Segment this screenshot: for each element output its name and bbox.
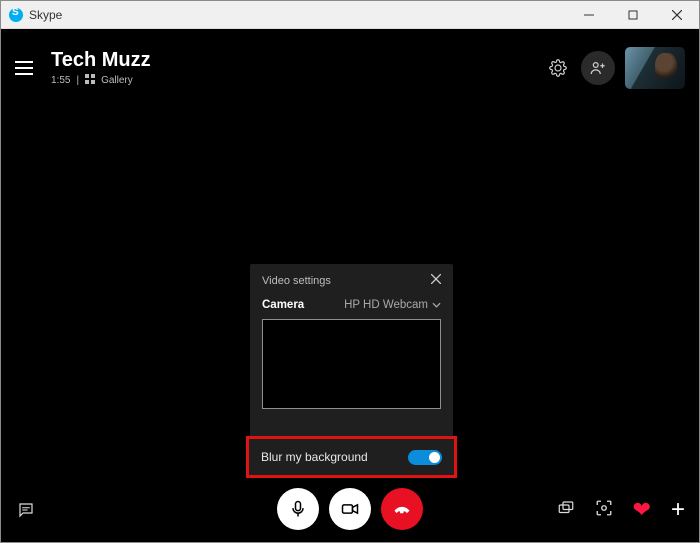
call-duration: 1:55	[51, 75, 70, 86]
add-person-icon	[589, 59, 607, 77]
screen-share-button[interactable]	[557, 499, 575, 522]
camera-label: Camera	[262, 299, 304, 311]
blur-background-row: Blur my background	[246, 436, 457, 478]
window-maximize-button[interactable]	[611, 1, 655, 29]
chevron-down-icon	[432, 302, 441, 308]
panel-close-button[interactable]	[431, 274, 441, 287]
video-settings-title: Video settings	[262, 275, 331, 287]
chat-button[interactable]	[17, 501, 35, 524]
hangup-button[interactable]	[381, 488, 423, 530]
call-view: Tech Muzz 1:55 | Gallery Video settings	[1, 29, 699, 542]
video-settings-panel: Video settings Camera HP HD Webcam Blur …	[250, 264, 453, 475]
video-button[interactable]	[329, 488, 371, 530]
contact-name: Tech Muzz	[51, 49, 151, 72]
camera-select[interactable]: HP HD Webcam	[344, 299, 441, 311]
snapshot-button[interactable]	[595, 499, 613, 522]
plus-icon: +	[671, 496, 685, 523]
add-participant-button[interactable]	[581, 51, 615, 85]
gear-icon	[549, 59, 567, 77]
reaction-button[interactable]: ❤	[633, 497, 651, 523]
self-video-thumbnail[interactable]	[625, 47, 685, 89]
window-minimize-button[interactable]	[567, 1, 611, 29]
close-icon	[431, 274, 441, 284]
app-logo-icon	[9, 8, 23, 22]
mute-button[interactable]	[277, 488, 319, 530]
gallery-icon	[85, 74, 95, 87]
blur-background-label: Blur my background	[261, 450, 368, 464]
sub-separator: |	[76, 75, 79, 86]
menu-icon[interactable]	[15, 58, 35, 78]
contact-info: Tech Muzz 1:55 | Gallery	[51, 49, 151, 87]
heart-icon: ❤	[633, 497, 651, 522]
camera-selected-value: HP HD Webcam	[344, 299, 428, 311]
call-bottom-bar: ❤ +	[1, 484, 699, 534]
call-header: Tech Muzz 1:55 | Gallery	[1, 39, 699, 97]
window-close-button[interactable]	[655, 1, 699, 29]
screen-share-icon	[557, 499, 575, 517]
blur-background-toggle[interactable]	[408, 450, 442, 465]
snapshot-icon	[595, 499, 613, 517]
gallery-label[interactable]: Gallery	[101, 75, 133, 86]
window-titlebar: Skype	[1, 1, 699, 29]
settings-button[interactable]	[541, 51, 575, 85]
window-title: Skype	[29, 8, 62, 22]
more-button[interactable]: +	[671, 496, 685, 524]
camera-preview	[262, 319, 441, 409]
video-icon	[340, 499, 360, 519]
mic-icon	[288, 499, 308, 519]
hangup-icon	[392, 499, 412, 519]
chat-icon	[17, 501, 35, 519]
